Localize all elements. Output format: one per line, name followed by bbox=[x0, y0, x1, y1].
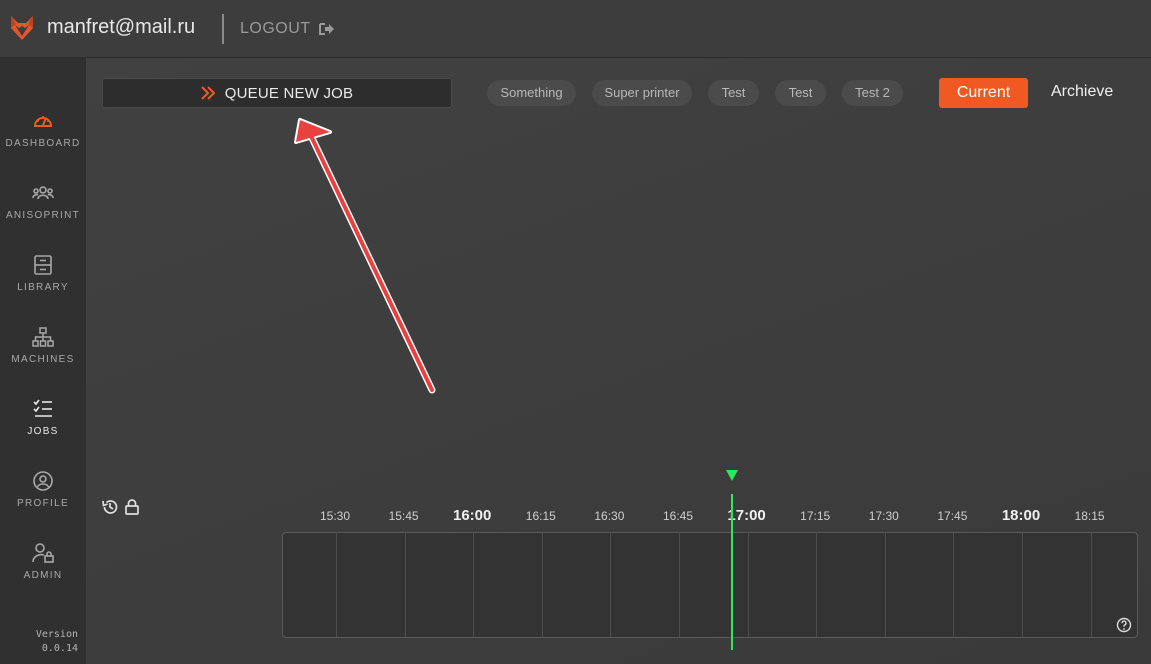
machine-filter-chip[interactable]: Something bbox=[487, 80, 576, 106]
current-tab-button[interactable]: Current bbox=[939, 78, 1028, 108]
current-time-indicator bbox=[731, 494, 733, 650]
version-number: 0.0.14 bbox=[41, 643, 78, 654]
library-drawer-icon bbox=[34, 255, 52, 275]
timeline-grid-line bbox=[816, 532, 817, 637]
dashboard-gauge-icon bbox=[33, 116, 53, 127]
sidebar-item-label: JOBS bbox=[27, 426, 59, 437]
now-marker-icon bbox=[726, 470, 738, 481]
user-lock-icon bbox=[32, 543, 54, 563]
user-circle-icon bbox=[33, 471, 53, 491]
machine-filter-chip[interactable]: Test bbox=[775, 80, 826, 106]
timeline-grid-line bbox=[473, 532, 474, 637]
timeline-tick-label: 17:45 bbox=[937, 509, 968, 523]
sidebar-item-label: ADMIN bbox=[23, 570, 63, 581]
sidebar-item-dashboard[interactable]: DASHBOARD bbox=[0, 110, 86, 170]
timeline-grid-line bbox=[1022, 532, 1023, 637]
help-icon[interactable] bbox=[1116, 617, 1132, 633]
timeline-tick-label: 17:15 bbox=[800, 509, 831, 523]
timeline-grid-line bbox=[336, 532, 337, 637]
checklist-icon bbox=[33, 399, 52, 417]
machine-filter-chip[interactable]: Test bbox=[708, 80, 759, 106]
sidebar-item-machines[interactable]: MACHINES bbox=[0, 326, 86, 386]
machine-filter-chip[interactable]: Test 2 bbox=[842, 80, 903, 106]
timeline-grid-line bbox=[885, 532, 886, 637]
version-info: Version 0.0.14 bbox=[0, 628, 78, 656]
machine-filter-chip[interactable]: Super printer bbox=[592, 80, 692, 106]
timeline-tick-label: 15:45 bbox=[388, 509, 419, 523]
queue-new-job-button[interactable]: QUEUE NEW JOB bbox=[102, 78, 452, 108]
network-tree-icon bbox=[32, 327, 54, 347]
timeline-tick-label: 16:15 bbox=[525, 509, 556, 523]
top-bar: manfret@mail.ru LOGOUT bbox=[0, 0, 1151, 58]
logout-label: LOGOUT bbox=[240, 20, 311, 37]
timeline-tick-label: 18:15 bbox=[1074, 509, 1105, 523]
timeline-grid-line bbox=[542, 532, 543, 637]
sidebar-item-label: LIBRARY bbox=[17, 282, 69, 293]
sidebar-item-library[interactable]: LIBRARY bbox=[0, 254, 86, 314]
fox-logo-icon bbox=[11, 16, 33, 40]
timeline-track[interactable] bbox=[282, 532, 1138, 638]
sidebar-item-label: PROFILE bbox=[17, 498, 69, 509]
timeline-grid-line bbox=[953, 532, 954, 637]
logout-button[interactable]: LOGOUT bbox=[240, 20, 335, 38]
timeline-grid-line bbox=[679, 532, 680, 637]
sidebar-item-profile[interactable]: PROFILE bbox=[0, 470, 86, 530]
sidebar-item-label: MACHINES bbox=[11, 354, 75, 365]
timeline-grid-line bbox=[405, 532, 406, 637]
archieve-tab-button[interactable]: Archieve bbox=[1051, 83, 1113, 101]
logout-icon bbox=[318, 23, 334, 35]
header-divider bbox=[222, 14, 224, 44]
version-label: Version bbox=[35, 629, 78, 640]
timeline-grid-line bbox=[1091, 532, 1092, 637]
timeline-grid-line bbox=[610, 532, 611, 637]
timeline-tick-label: 16:00 bbox=[453, 507, 492, 524]
users-group-icon bbox=[32, 186, 54, 200]
timeline-tick-label: 18:00 bbox=[1001, 507, 1041, 524]
double-chevron-right-icon bbox=[201, 86, 215, 100]
timeline-grid-line bbox=[748, 532, 749, 637]
timeline-tick-label: 16:45 bbox=[662, 509, 694, 523]
sidebar-item-label: ANISOPRINT bbox=[5, 210, 81, 221]
user-email: manfret@mail.ru bbox=[47, 16, 196, 38]
sidebar-item-anisoprint[interactable]: ANISOPRINT bbox=[0, 182, 86, 242]
sidebar-item-admin[interactable]: ADMIN bbox=[0, 542, 86, 602]
timeline-tick-label: 17:00 bbox=[727, 507, 766, 524]
history-icon[interactable] bbox=[101, 498, 119, 516]
timeline-tick-label: 16:30 bbox=[594, 509, 625, 523]
timeline-tick-label: 17:30 bbox=[868, 509, 899, 523]
queue-new-job-label: QUEUE NEW JOB bbox=[224, 84, 354, 102]
sidebar-item-label: DASHBOARD bbox=[5, 138, 81, 149]
sidebar-item-jobs[interactable]: JOBS bbox=[0, 398, 86, 458]
lock-icon[interactable] bbox=[123, 498, 141, 516]
timeline-tick-label: 15:30 bbox=[319, 509, 351, 523]
